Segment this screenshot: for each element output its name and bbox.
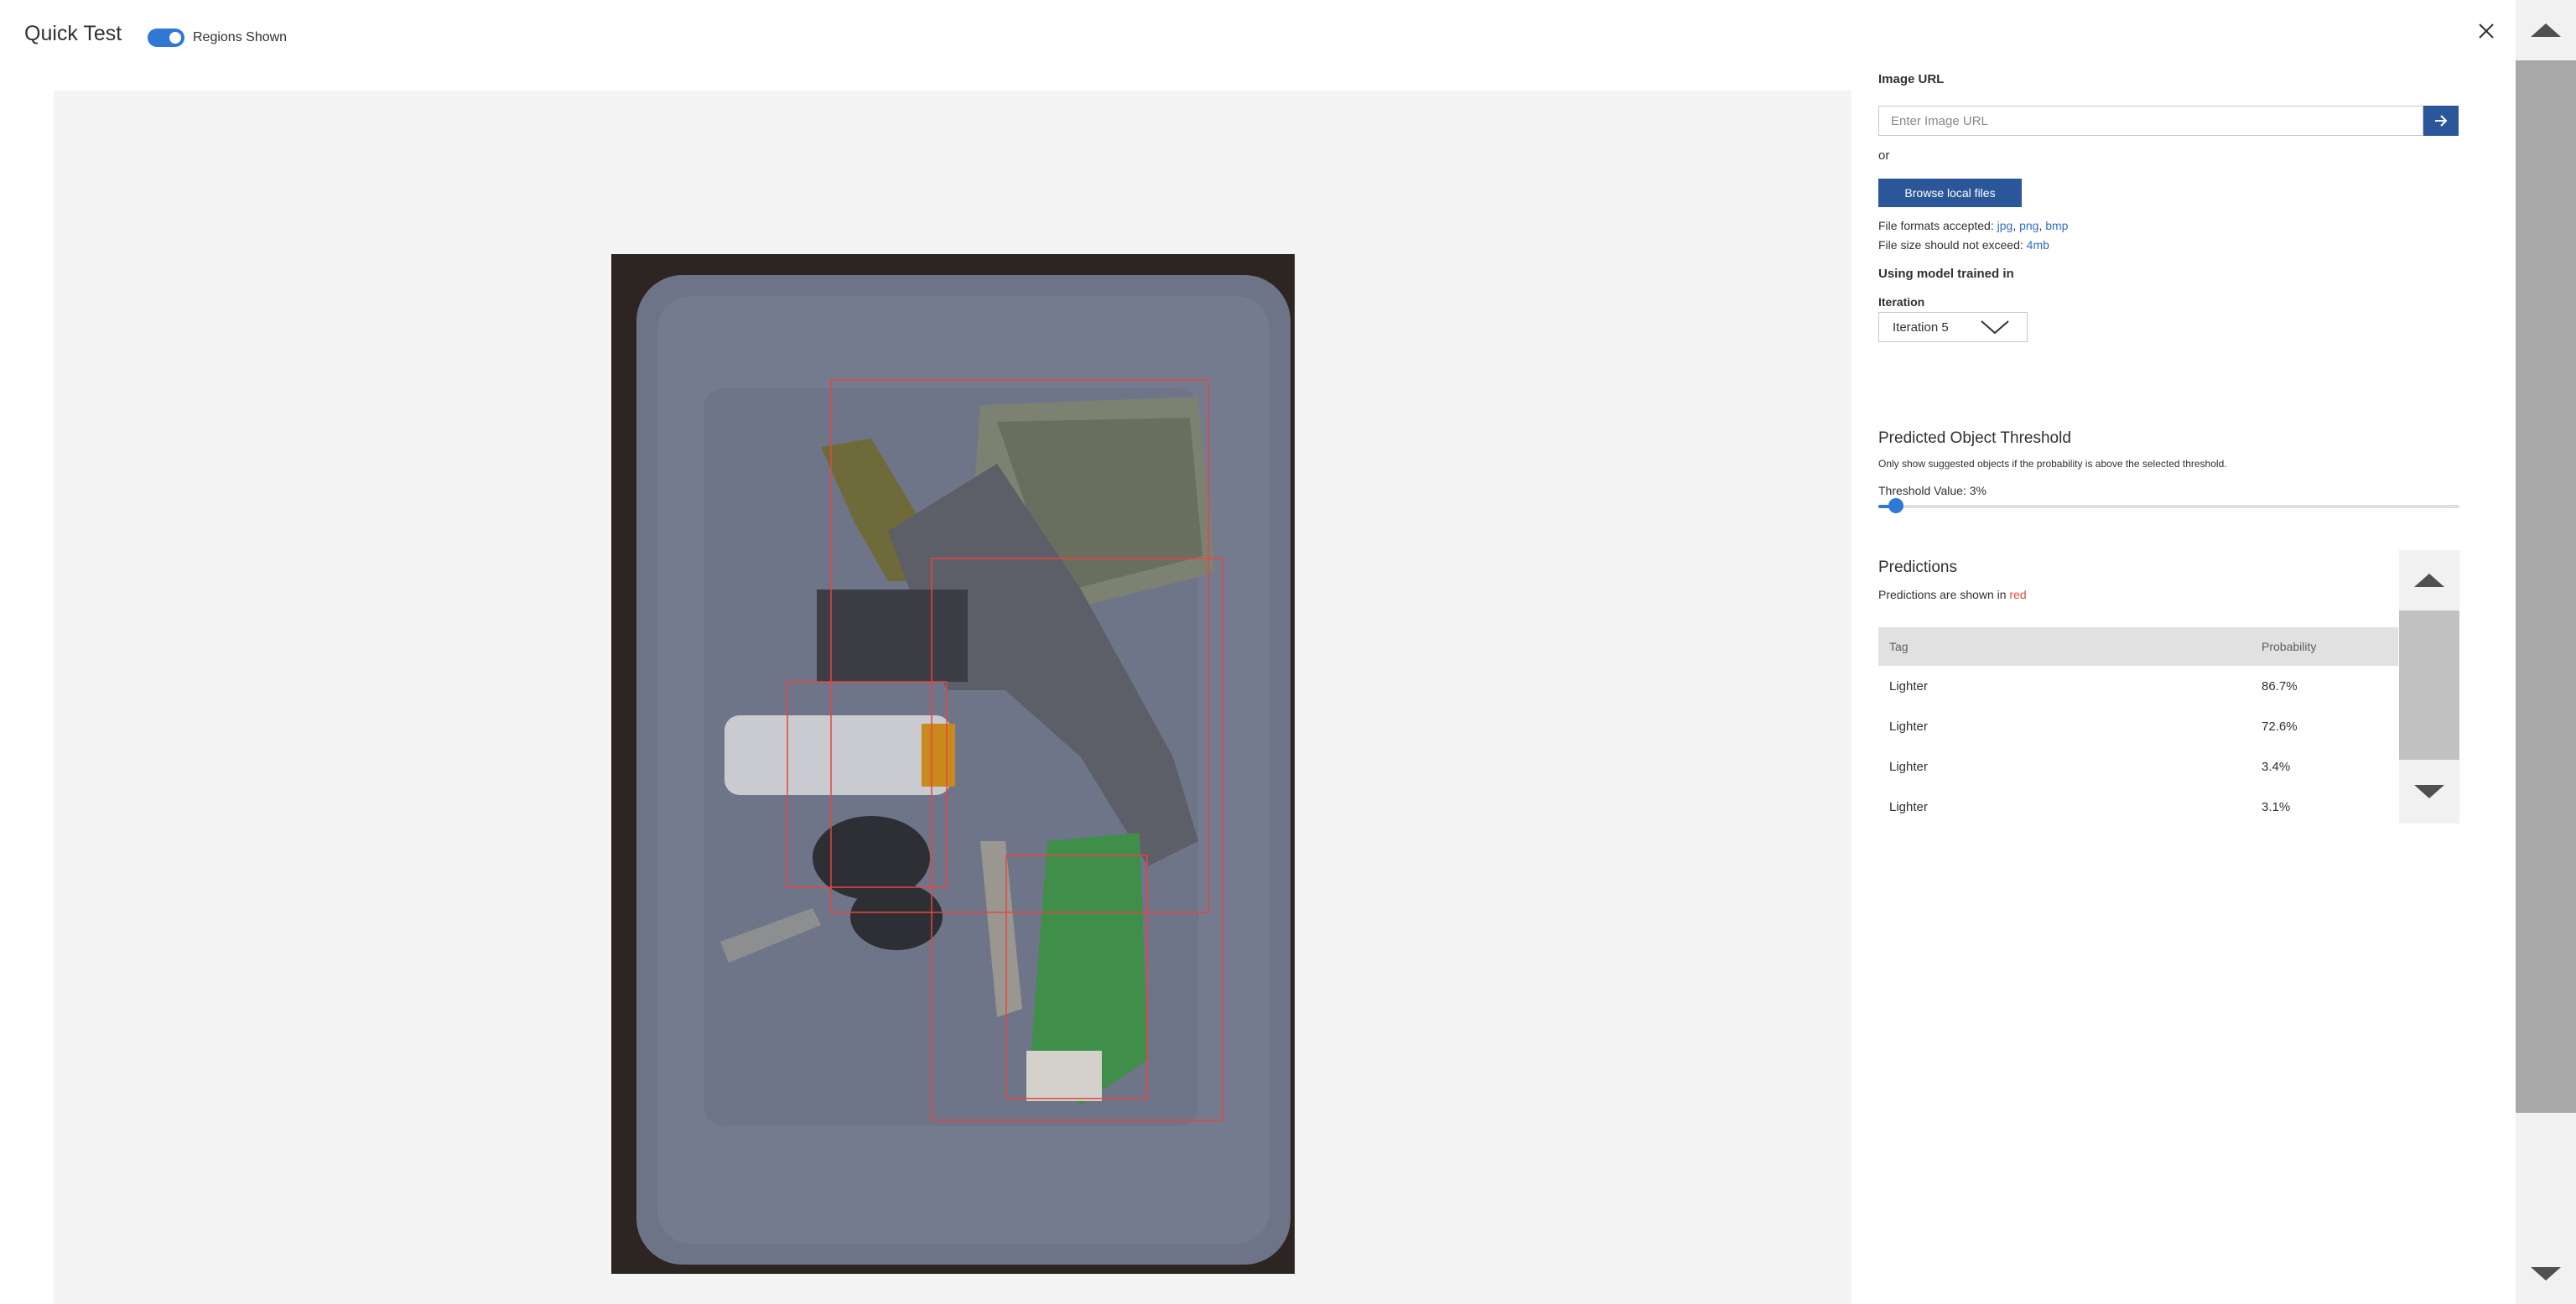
close-icon — [2479, 23, 2494, 39]
threshold-help: Only show suggested objects if the proba… — [1878, 458, 2227, 470]
prediction-overlay — [787, 379, 1223, 1121]
file-size-limit-link[interactable]: 4mb — [2027, 238, 2049, 252]
row-tag: Lighter — [1889, 679, 1928, 694]
close-button[interactable] — [2474, 18, 2499, 44]
row-probability: 72.6% — [2262, 720, 2298, 734]
row-tag: Lighter — [1889, 800, 1928, 814]
row-probability: 3.1% — [2262, 800, 2291, 814]
chevron-down-icon — [1981, 320, 2009, 335]
file-formats-prefix: File formats accepted: — [1878, 219, 1997, 232]
triangle-down-icon — [2414, 785, 2444, 798]
regions-toggle[interactable] — [148, 29, 184, 47]
format-bmp-link[interactable]: bmp — [2045, 219, 2068, 232]
threshold-slider-track[interactable] — [1878, 505, 2459, 508]
triangle-up-icon — [2531, 23, 2561, 37]
predictions-scrollbar[interactable] — [2399, 550, 2459, 823]
image-url-input[interactable] — [1878, 106, 2423, 136]
iteration-dropdown[interactable]: Iteration 5 — [1878, 312, 2028, 342]
iteration-selected: Iteration 5 — [1893, 320, 1949, 335]
arrow-right-icon — [2435, 115, 2448, 127]
table-row[interactable]: Lighter 72.6% — [1878, 706, 2398, 746]
predictions-scroll-up-button[interactable] — [2399, 550, 2459, 610]
format-jpg-link[interactable]: jpg — [1997, 219, 2013, 232]
quick-test-panel: Image URL or Browse local files File for… — [1878, 0, 2465, 1304]
threshold-slider-thumb[interactable] — [1888, 498, 1903, 513]
iteration-label: Iteration — [1878, 295, 1925, 309]
prediction-box — [1005, 855, 1148, 1099]
row-tag: Lighter — [1889, 720, 1928, 734]
test-image — [611, 254, 1295, 1274]
table-row[interactable]: Lighter 3.1% — [1878, 787, 2398, 827]
predictions-title: Predictions — [1878, 558, 1957, 576]
predictions-scroll-thumb[interactable] — [2399, 610, 2459, 760]
predictions-note-prefix: Predictions are shown in — [1878, 588, 2010, 601]
row-probability: 86.7% — [2262, 679, 2298, 694]
format-png-link[interactable]: png — [2019, 219, 2038, 232]
file-size-text: File size should not exceed: 4mb — [1878, 238, 2049, 252]
model-label: Using model trained in — [1878, 267, 2014, 281]
window-scrollbar[interactable] — [2516, 0, 2576, 1304]
prediction-box — [830, 379, 1209, 913]
triangle-up-icon — [2414, 574, 2444, 587]
regions-toggle-label: Regions Shown — [193, 30, 288, 44]
predictions-note: Predictions are shown in red — [1878, 588, 2027, 601]
table-row[interactable]: Lighter 3.4% — [1878, 746, 2398, 787]
row-tag: Lighter — [1889, 760, 1928, 774]
prediction-box — [931, 558, 1223, 1121]
or-text: or — [1878, 148, 1890, 163]
browse-local-files-button[interactable]: Browse local files — [1878, 179, 2022, 207]
scroll-up-button[interactable] — [2516, 0, 2576, 60]
submit-url-button[interactable] — [2423, 106, 2459, 136]
toggle-knob — [169, 32, 181, 44]
column-header-tag[interactable]: Tag — [1889, 640, 1909, 653]
table-header: Tag Probability — [1878, 627, 2398, 666]
threshold-title: Predicted Object Threshold — [1878, 429, 2071, 447]
column-header-probability[interactable]: Probability — [2262, 640, 2316, 653]
predictions-color-word: red — [2009, 588, 2027, 601]
triangle-down-icon — [2531, 1267, 2561, 1281]
threshold-value-label: Threshold Value: 3% — [1878, 484, 1987, 497]
scroll-down-button[interactable] — [2516, 1244, 2576, 1304]
file-size-prefix: File size should not exceed: — [1878, 238, 2027, 252]
image-preview-pane — [54, 91, 1852, 1304]
scroll-thumb[interactable] — [2516, 60, 2576, 1113]
row-probability: 3.4% — [2262, 760, 2291, 774]
page-title: Quick Test — [24, 22, 122, 45]
predictions-table: Tag Probability Lighter 86.7% Lighter 72… — [1878, 627, 2398, 827]
image-url-label: Image URL — [1878, 72, 1945, 86]
file-formats-text: File formats accepted: jpg, png, bmp — [1878, 219, 2069, 232]
table-row[interactable]: Lighter 86.7% — [1878, 666, 2398, 706]
predictions-scroll-down-button[interactable] — [2399, 760, 2459, 823]
prediction-box — [787, 681, 948, 888]
